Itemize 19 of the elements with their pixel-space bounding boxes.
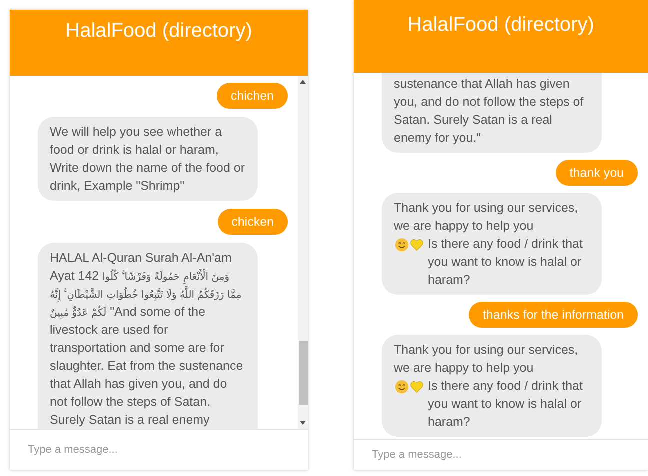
message-input[interactable]: Type a message... xyxy=(20,441,216,459)
bot-message: sustenance that Allah has given you, and do not follow the steps of Satan. Surely Satan is a real enemy for you." xyxy=(382,73,602,153)
app-title: HalalFood (directory) xyxy=(408,14,594,37)
smiley-icon xyxy=(395,238,409,252)
message-text: Thank you for using our services, we are happy to help you xyxy=(394,342,580,377)
app-title: HalalFood (directory) xyxy=(66,20,252,43)
heart-icon xyxy=(410,380,424,394)
message-input[interactable]: Type a message... xyxy=(364,446,560,464)
user-message: chicken xyxy=(218,209,288,235)
user-message: thanks for the information xyxy=(468,302,638,328)
message-text: Is there any food / drink that you want to know is halal or haram? xyxy=(428,236,584,289)
heart-icon xyxy=(410,238,424,252)
bot-message: We will help you see whether a food or drink is halal or haram, Write down the name of the food or drink, Example "Shrimp" xyxy=(38,117,258,201)
user-message: thank you xyxy=(556,160,638,186)
scrollbar[interactable] xyxy=(298,76,308,429)
user-message: chichen xyxy=(216,83,288,109)
message-text: Thank you for using our services, we are happy to help you xyxy=(394,200,580,235)
message-text: Is there any food / drink that you want to know is halal or haram? xyxy=(428,378,584,431)
smiley-icon xyxy=(395,380,409,394)
